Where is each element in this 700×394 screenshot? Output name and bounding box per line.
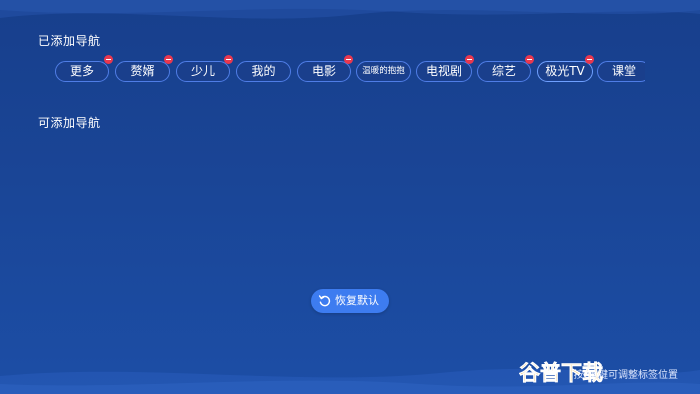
top-wave-decoration <box>0 0 700 19</box>
nav-tab-more[interactable]: 更多 <box>55 61 109 82</box>
nav-tab-movies[interactable]: 电影 <box>297 61 351 82</box>
nav-tab-variety[interactable]: 综艺 <box>477 61 531 82</box>
remove-movies-icon[interactable] <box>344 55 353 64</box>
remove-variety-icon[interactable] <box>525 55 534 64</box>
added-nav-title: 已添加导航 <box>38 34 101 48</box>
nav-tab-mine[interactable]: 我的 <box>236 61 291 82</box>
nav-tab-aurora-tv[interactable]: 极光TV <box>537 61 593 82</box>
remove-tv-series-icon[interactable] <box>465 55 474 64</box>
remove-kids-icon[interactable] <box>224 55 233 64</box>
nav-tab-tv-series[interactable]: 电视剧 <box>416 61 472 82</box>
nav-tab-classroom[interactable]: 课堂 <box>597 61 645 82</box>
reset-default-button[interactable]: 恢复默认 <box>311 289 389 313</box>
remove-more-icon[interactable] <box>104 55 113 64</box>
watermark-logo: 谷普下载 <box>519 361 603 385</box>
nav-tab-kids[interactable]: 少儿 <box>176 61 230 82</box>
refresh-icon <box>318 295 331 307</box>
available-nav-title: 可添加导航 <box>38 116 101 130</box>
remove-zhuixu-icon[interactable] <box>164 55 173 64</box>
svg-text:谷普下载: 谷普下载 <box>519 361 603 385</box>
remove-aurora-tv-icon[interactable] <box>585 55 594 64</box>
nav-tab-warm-hug[interactable]: 温暖的抱抱 <box>356 61 411 82</box>
nav-tab-zhuixu[interactable]: 赘婿 <box>115 61 170 82</box>
reset-default-label: 恢复默认 <box>335 294 379 307</box>
